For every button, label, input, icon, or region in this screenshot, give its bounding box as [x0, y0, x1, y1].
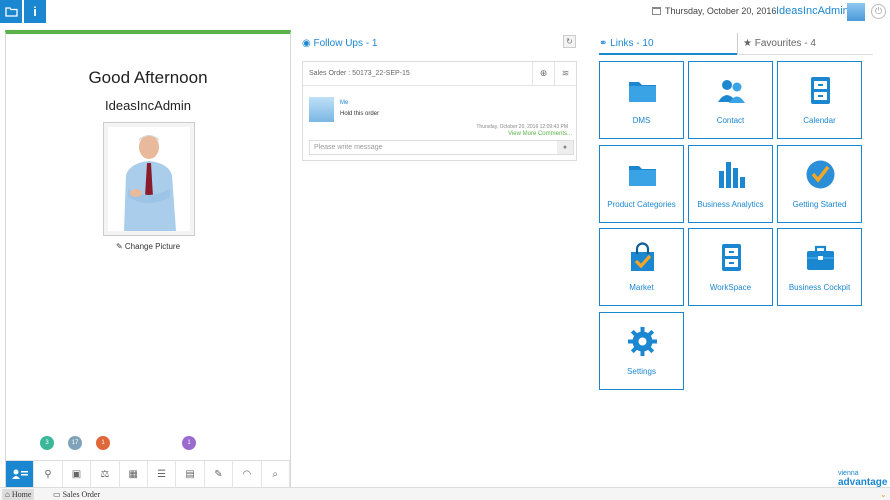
footer-bar: ⌂ Home ▭ Sales Order: [0, 487, 890, 500]
check-circle-icon: [806, 160, 835, 189]
rss-subscribe-icon[interactable]: ≋: [554, 62, 576, 85]
notification-badge[interactable]: 1: [182, 436, 196, 450]
calendar-icon: [652, 7, 661, 15]
message-placeholder: Please write message: [314, 144, 383, 151]
calendar-icon: [811, 77, 830, 104]
contacts-icon: [718, 80, 745, 103]
folder-icon: [4, 7, 18, 17]
tile-calendar[interactable]: Calendar: [777, 61, 862, 139]
view-more-link[interactable]: View More Comments...: [508, 131, 572, 137]
profile-picture-image: [108, 127, 190, 231]
tile-dms[interactable]: DMS: [599, 61, 684, 139]
message-text: Hold this order: [340, 111, 380, 117]
profile-photo: [103, 122, 195, 236]
chevron-down-icon[interactable]: ⌄: [880, 490, 887, 499]
home-tab[interactable]: ⌂ Home: [2, 489, 35, 500]
user-avatar[interactable]: [847, 3, 865, 21]
sales-order-tab[interactable]: ▭ Sales Order: [53, 489, 100, 500]
tile-workspace[interactable]: WorkSpace: [688, 228, 773, 306]
notification-badge[interactable]: 17: [68, 436, 82, 450]
org-chart-icon[interactable]: ⚲: [34, 461, 63, 487]
tile-label: Business Analytics: [697, 200, 764, 209]
rss-icon: ◉: [302, 38, 311, 49]
tile-label: Contact: [716, 116, 745, 125]
tile-contact[interactable]: Contact: [688, 61, 773, 139]
tab-links[interactable]: ⚭ Links - 10: [599, 33, 737, 55]
tile-business-cockpit[interactable]: Business Cockpit: [777, 228, 862, 306]
info-icon: i: [33, 4, 37, 19]
refresh-button[interactable]: ↻: [563, 35, 576, 48]
top-bar: i Thursday, October 20, 2016 IdeasIncAdm…: [0, 0, 890, 25]
followup-header: Sales Order : 50173_22-SEP-15 ⊕ ≋: [303, 62, 576, 86]
document-list-icon[interactable]: ☰: [148, 461, 177, 487]
tile-label: Product Categories: [607, 200, 676, 209]
clipboard-icon[interactable]: ▣: [63, 461, 92, 487]
power-icon[interactable]: ⏻: [871, 4, 886, 19]
notification-badge[interactable]: 1: [96, 436, 110, 450]
send-comment-icon[interactable]: ●: [557, 141, 573, 154]
folder-icon: [629, 82, 656, 102]
tile-label: Settings: [627, 367, 656, 376]
window-icon: ▭: [53, 490, 61, 499]
tile-label: Business Cockpit: [788, 283, 851, 292]
change-picture-link[interactable]: ✎ Change Picture: [6, 242, 290, 251]
gear-icon: [628, 327, 657, 356]
refresh-icon: ↻: [566, 37, 573, 46]
bar-chart-icon: [719, 162, 745, 188]
followup-record: Sales Order : 50173_22-SEP-15: [309, 70, 410, 77]
tab-favourites[interactable]: ★ Favourites - 4: [737, 33, 873, 55]
tile-label: Calendar: [803, 116, 836, 125]
sender-avatar: [309, 97, 334, 122]
calendar-grid-icon[interactable]: ▦: [120, 461, 148, 487]
gauge-icon[interactable]: ◠: [233, 461, 262, 487]
folder-icon: [629, 166, 656, 186]
link-icon: ⚭: [599, 38, 608, 49]
tile-label: DMS: [632, 116, 651, 125]
info-button[interactable]: i: [24, 0, 46, 23]
date-display: Thursday, October 20, 2016: [652, 6, 776, 16]
report-icon[interactable]: ▤: [176, 461, 205, 487]
tile-label: WorkSpace: [709, 283, 752, 292]
tile-settings[interactable]: Settings: [599, 312, 684, 390]
user-name-link[interactable]: IdeasIncAdmin: [776, 5, 849, 17]
followups-title[interactable]: ◉ Follow Ups - 1: [302, 38, 377, 49]
tile-getting-started[interactable]: Getting Started: [777, 145, 862, 223]
scale-icon[interactable]: ⚖: [91, 461, 120, 487]
tile-market[interactable]: Market: [599, 228, 684, 306]
shopping-bag-icon: [631, 242, 654, 271]
tile-label: Getting Started: [792, 200, 847, 209]
pencil-icon: ✎: [115, 242, 123, 251]
star-icon: ★: [743, 38, 752, 49]
notification-badge[interactable]: 3: [40, 436, 54, 450]
briefcase-icon: [807, 245, 834, 270]
document-search-icon[interactable]: ⌕: [262, 461, 290, 487]
user-card-icon[interactable]: [6, 461, 35, 487]
cabinet-icon: [722, 244, 741, 271]
followup-card: Sales Order : 50173_22-SEP-15 ⊕ ≋ Me Hol…: [302, 61, 577, 161]
message-timestamp: Thursday, October 20, 2016 12:09:43 PM: [476, 124, 568, 130]
profile-toolbar: ⚲ ▣ ⚖ ▦ ☰ ▤ ✎ ◠ ⌕: [6, 460, 290, 487]
folder-button[interactable]: [0, 0, 22, 23]
profile-panel: Good Afternoon IdeasIncAdmin ✎ Change Pi…: [5, 30, 291, 488]
tile-product-categories[interactable]: Product Categories: [599, 145, 684, 223]
tile-business-analytics[interactable]: Business Analytics: [688, 145, 773, 223]
sender-name[interactable]: Me: [340, 100, 348, 106]
zoom-icon[interactable]: ⊕: [532, 62, 554, 85]
note-edit-icon[interactable]: ✎: [205, 461, 234, 487]
greeting-text: Good Afternoon: [88, 68, 208, 87]
date-text: Thursday, October 20, 2016: [665, 6, 777, 16]
vienna-advantage-logo: vienna advantage: [838, 470, 888, 488]
tile-label: Market: [629, 283, 654, 292]
home-icon: ⌂: [5, 490, 10, 499]
profile-username: IdeasIncAdmin: [105, 98, 191, 113]
message-input[interactable]: Please write message ●: [309, 140, 574, 155]
